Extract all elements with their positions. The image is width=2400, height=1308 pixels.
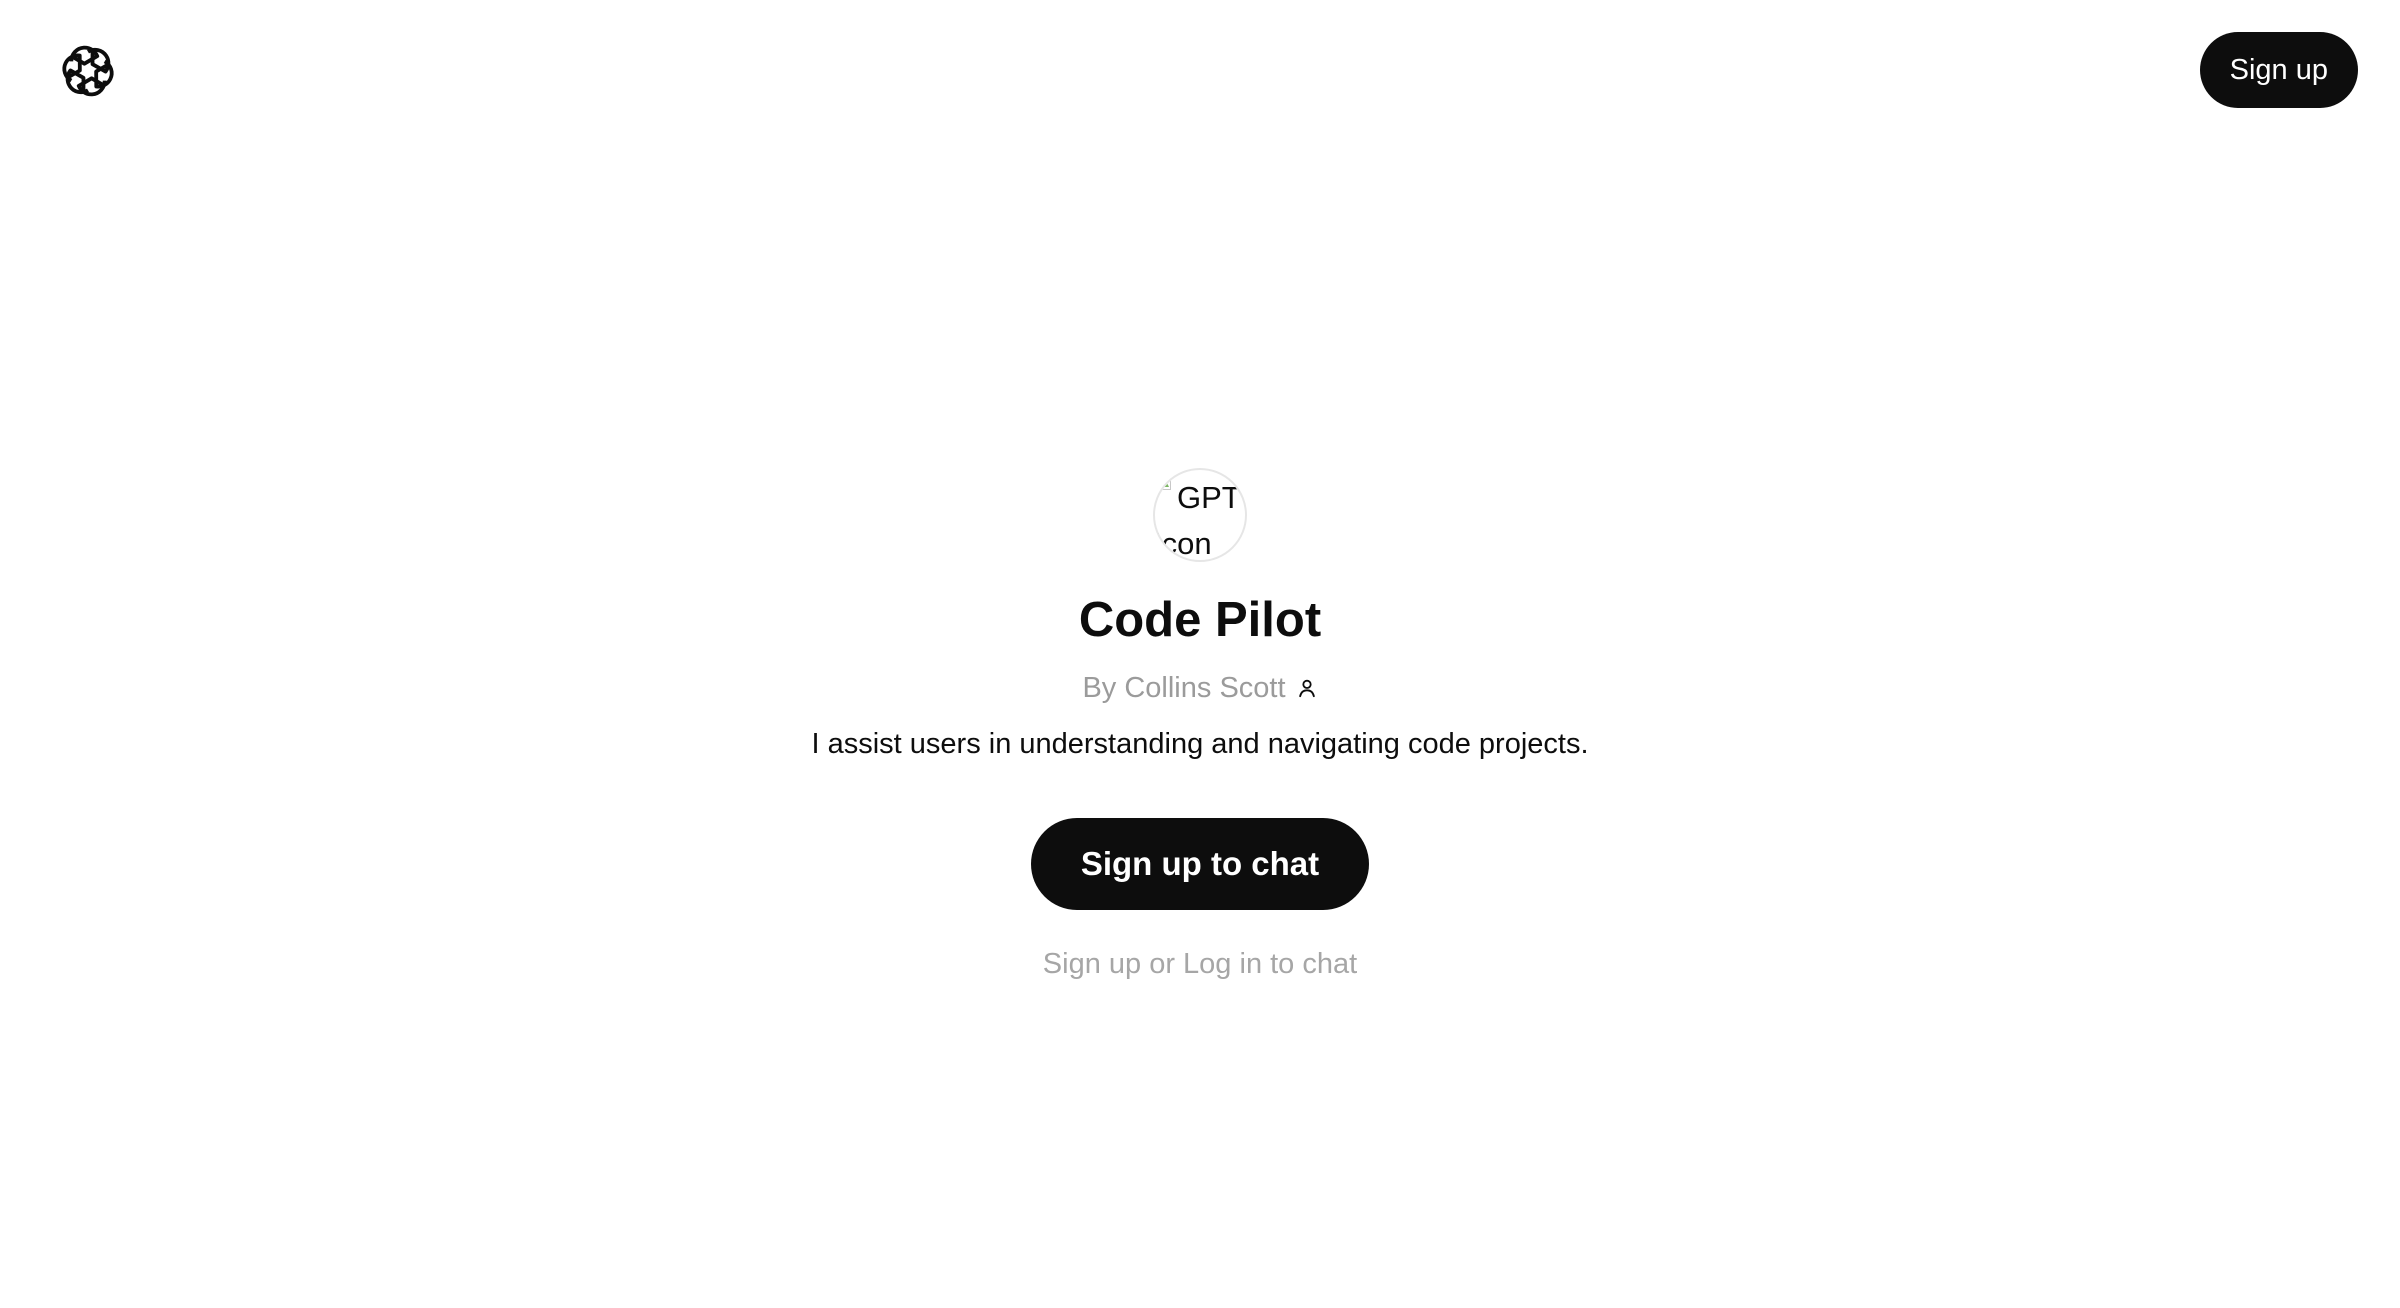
gpt-title: Code Pilot (1078, 593, 1322, 647)
page: Sign up GPT Icon Code Pilot By Collins Sc… (0, 0, 2400, 1308)
gpt-author-label: By Collins Scott (1082, 672, 1286, 704)
openai-logo-icon[interactable] (54, 37, 122, 105)
gpt-profile: GPT Icon Code Pilot By Collins Scott I as… (0, 468, 2400, 982)
gpt-avatar: GPT Icon (1153, 468, 1247, 562)
gpt-description: I assist users in understanding and navi… (811, 728, 1589, 760)
header-signup-button[interactable]: Sign up (2199, 32, 2358, 108)
person-icon (1296, 677, 1318, 699)
gpt-avatar-alt-text: GPT Icon (1153, 480, 1241, 561)
signup-to-chat-button[interactable]: Sign up to chat (1030, 818, 1370, 910)
login-note: Sign up or Log in to chat (1042, 948, 1358, 980)
gpt-author[interactable]: By Collins Scott (1082, 670, 1317, 706)
